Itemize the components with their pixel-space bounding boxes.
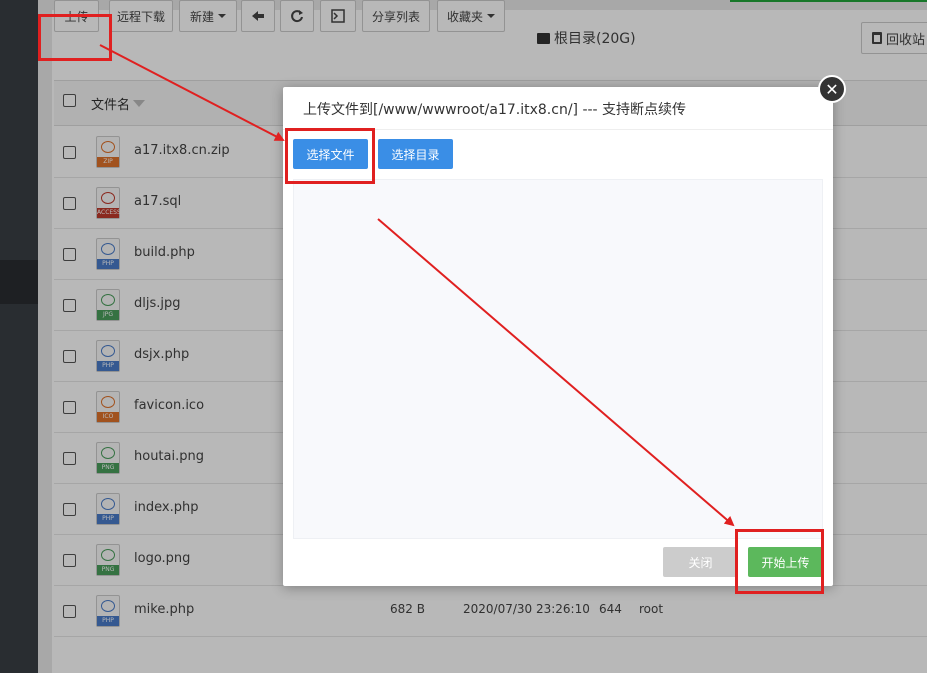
arrow-to-select-file bbox=[99, 44, 285, 141]
arrow-to-start-upload bbox=[377, 218, 735, 527]
annotation-arrows bbox=[99, 44, 735, 527]
